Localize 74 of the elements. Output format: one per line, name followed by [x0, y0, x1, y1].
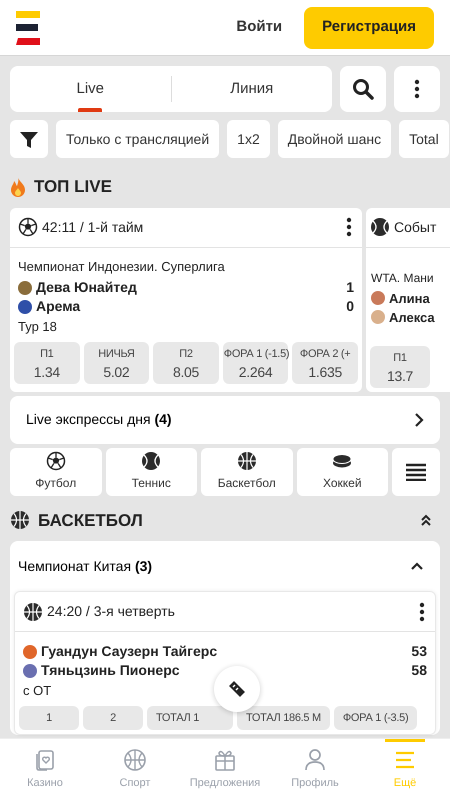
basketball-icon: [23, 602, 43, 622]
logo-icon[interactable]: [16, 10, 40, 44]
sport-tile[interactable]: Теннис: [106, 448, 197, 496]
score: 1: [346, 278, 354, 297]
person-icon: [303, 748, 327, 772]
league-name: Чемпионат Индонезии. Суперлига: [18, 258, 226, 276]
odds-button[interactable]: П1 1.34: [14, 342, 80, 384]
league-header[interactable]: Чемпионат Китая (3): [10, 541, 440, 591]
ticket-icon: [227, 679, 247, 699]
express-label: Live экспрессы дня (4): [26, 410, 172, 429]
filter-chip[interactable]: 1x2: [227, 120, 270, 158]
register-button[interactable]: Регистрация: [304, 6, 434, 48]
basketball-icon: [10, 510, 30, 530]
odds-button[interactable]: ФОРА 1 (-1.5) 2.264: [222, 342, 288, 384]
tennis-icon: [141, 451, 162, 471]
fire-icon: [10, 176, 26, 197]
team-name: Гуандун Саузерн Тайгерс: [41, 642, 218, 661]
tab[interactable]: Линия: [172, 66, 332, 112]
match-status: 42:11 / 1-й тайм: [42, 218, 144, 236]
league-name: Чемпионат Китая (3): [18, 556, 152, 576]
match-status: 24:20 / 3-я четверть: [47, 602, 175, 621]
score: 58: [411, 661, 427, 680]
tennis-icon: [370, 217, 390, 237]
double-chevron-up-icon: [420, 514, 432, 526]
tab[interactable]: Live: [10, 66, 170, 112]
section-title: БАСКЕТБОЛ: [38, 510, 143, 532]
football-icon: [46, 451, 66, 471]
sport-tile[interactable]: Баскетбол: [201, 448, 292, 496]
odds-button[interactable]: ФОРА 2 (+ 1.635: [292, 342, 358, 384]
more-icon: [419, 602, 425, 622]
menu-icon: [406, 462, 426, 480]
league-name: WTA. Мани: [371, 270, 435, 286]
filter-chip[interactable]: Total: [399, 120, 449, 158]
menu-button[interactable]: [392, 448, 440, 496]
score: 53: [411, 642, 427, 661]
section-title: ТОП LIVE: [34, 176, 112, 198]
team-name: Арема: [36, 297, 80, 316]
match-note: с ОТ: [23, 682, 52, 700]
more-icon: [346, 217, 352, 237]
odds-button[interactable]: 1: [19, 706, 79, 730]
login-button[interactable]: Войти: [222, 8, 296, 47]
filter-chip[interactable]: Только с трансляцией: [56, 120, 220, 158]
odds-button[interactable]: ТОТАЛ 1: [147, 706, 233, 730]
team-name: Тяньцзинь Пионерс: [41, 661, 180, 680]
ball-icon: [123, 748, 147, 772]
chevron-up-icon: [410, 561, 424, 571]
search-button[interactable]: [340, 66, 386, 112]
collapse-button[interactable]: [420, 514, 432, 526]
filter-icon: [20, 130, 38, 149]
express-row[interactable]: Live экспрессы дня (4): [10, 396, 440, 444]
cards-icon: [33, 748, 57, 772]
odds-button[interactable]: ТОТАЛ 186.5 М: [237, 706, 330, 730]
team-name: Дева Юнайтед: [36, 278, 137, 297]
more-button[interactable]: [346, 217, 352, 237]
sport-tile[interactable]: Футбол: [10, 448, 102, 496]
basketball-icon: [236, 451, 257, 471]
odds-button[interactable]: ФОРА 1 (-3.5): [334, 706, 418, 730]
odds-button[interactable]: 2: [83, 706, 143, 730]
more-button[interactable]: [419, 602, 425, 622]
score: 0: [346, 297, 354, 316]
team-name: Алина: [389, 290, 430, 308]
search-icon: [352, 78, 374, 100]
match-status: Событ: [394, 218, 436, 236]
filter-button[interactable]: [10, 120, 48, 158]
odds-button[interactable]: П1 13.7: [370, 346, 430, 388]
match-note: Тур 18: [18, 318, 57, 336]
more-icon: [414, 79, 420, 99]
odds-button[interactable]: НИЧЬЯ 5.02: [84, 342, 150, 384]
football-icon: [18, 217, 38, 237]
filter-chip[interactable]: Двойной шанс: [278, 120, 392, 158]
chevron-right-icon: [414, 412, 424, 428]
team-name: Алекса: [389, 308, 435, 326]
odds-button[interactable]: П2 8.05: [153, 342, 219, 384]
sport-tile[interactable]: Хоккей: [296, 448, 388, 496]
